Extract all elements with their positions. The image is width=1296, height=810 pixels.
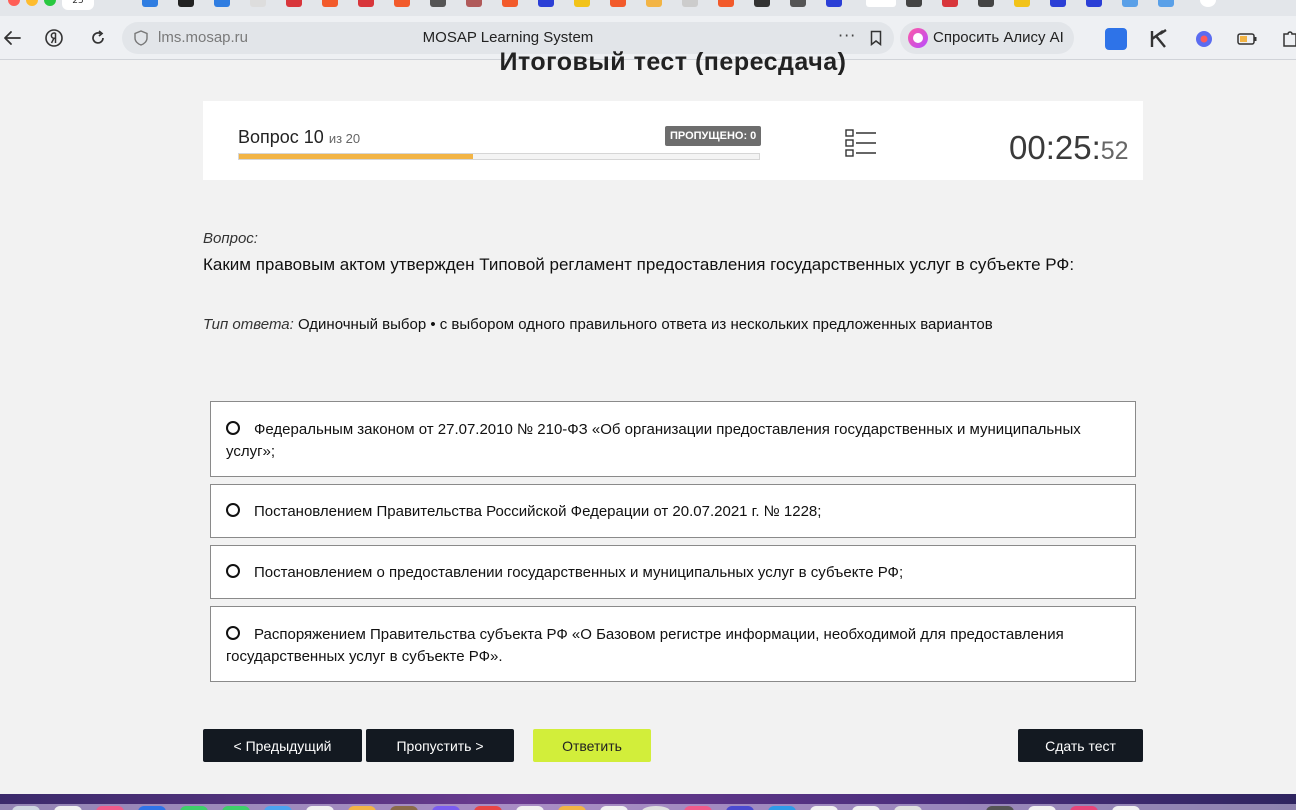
dock-app-icon[interactable] — [1112, 806, 1140, 810]
answer-option[interactable]: Постановлением Правительства Российской … — [210, 484, 1136, 538]
answer-type-label: Тип ответа: — [203, 316, 294, 333]
question-list-icon[interactable] — [845, 129, 877, 157]
dock-app-icon[interactable] — [516, 806, 544, 810]
timer: 00:25:52 — [1009, 129, 1129, 167]
answer-option-text: Постановлением о предоставлении государс… — [254, 564, 904, 581]
test-title: Итоговый тест (пересдача) — [499, 48, 847, 76]
answer-type-value: Одиночный выбор • с выбором одного прави… — [297, 316, 993, 333]
previous-button[interactable]: < Предыдущий — [203, 729, 362, 762]
radio-button[interactable] — [226, 626, 240, 640]
extension-vpn-icon[interactable] — [1193, 28, 1215, 50]
dock-app-icon[interactable] — [306, 806, 334, 810]
timer-main: 00:25: — [1009, 129, 1101, 166]
bookmark-icon[interactable] — [870, 30, 882, 46]
dock-app-icon[interactable] — [558, 806, 586, 810]
dock-app-icon[interactable] — [894, 806, 922, 810]
radio-button[interactable] — [226, 503, 240, 517]
answer-button[interactable]: Ответить — [533, 729, 651, 762]
extension-icon[interactable] — [1105, 28, 1127, 50]
extension-k-icon[interactable] — [1148, 28, 1170, 50]
question-label: Вопрос: — [203, 230, 258, 247]
dock-app-icon[interactable] — [768, 806, 796, 810]
skipped-badge: ПРОПУЩЕНО: 0 — [665, 126, 762, 146]
dock-app-icon[interactable] — [726, 806, 754, 810]
yandex-logo-icon — [45, 29, 63, 47]
dock-app-icon[interactable] — [642, 806, 670, 810]
dock-app-icon[interactable] — [54, 806, 82, 810]
page-title-in-urlbar: MOSAP Learning System — [422, 29, 594, 46]
reload-icon — [92, 30, 104, 44]
dock-app-icon[interactable] — [600, 806, 628, 810]
dock-app-icon[interactable] — [1028, 806, 1056, 810]
question-text: Каким правовым актом утвержден Типовой р… — [203, 255, 1075, 274]
answer-type: Тип ответа: Одиночный выбор • с выбором … — [203, 316, 993, 333]
question-number: Вопрос 10 — [238, 127, 324, 147]
skip-button[interactable]: Пропустить > — [366, 729, 514, 762]
answer-option[interactable]: Постановлением о предоставлении государс… — [210, 545, 1136, 599]
dock-app-icon[interactable] — [1070, 806, 1098, 810]
answer-option-text: Распоряжением Правительства субъекта РФ … — [226, 626, 1064, 665]
reload-button[interactable] — [86, 26, 110, 50]
ask-alice-label: Спросить Алису AI — [933, 29, 1064, 46]
dock-app-icon[interactable] — [12, 806, 40, 810]
dock-app-icon[interactable] — [96, 806, 124, 810]
answer-option-text: Постановлением Правительства Российской … — [254, 503, 822, 520]
radio-button[interactable] — [226, 421, 240, 435]
radio-button[interactable] — [226, 564, 240, 578]
more-dots-icon[interactable]: ··· — [838, 26, 856, 45]
answer-option[interactable]: Распоряжением Правительства субъекта РФ … — [210, 606, 1136, 682]
dock-app-icon[interactable] — [810, 806, 838, 810]
timer-seconds: 52 — [1100, 137, 1129, 165]
dock-app-icon[interactable] — [474, 806, 502, 810]
battery-icon[interactable] — [1236, 28, 1258, 50]
question-total: из 20 — [328, 131, 361, 146]
progress-fill — [239, 154, 473, 159]
dock-app-icon[interactable] — [180, 806, 208, 810]
dock-app-icon[interactable] — [390, 806, 418, 810]
alice-icon — [908, 28, 928, 48]
test-status-card: Вопрос 10 из 20 ПРОПУЩЕНО: 0 00:25:52 — [203, 101, 1143, 180]
answer-option[interactable]: Федеральным законом от 27.07.2010 № 210-… — [210, 401, 1136, 477]
extensions-puzzle-icon[interactable] — [1280, 28, 1296, 50]
dock-app-icon[interactable] — [222, 806, 250, 810]
question-counter: Вопрос 10 из 20 — [238, 127, 360, 148]
dock-app-icon[interactable] — [986, 806, 1014, 810]
dock-app-icon[interactable] — [684, 806, 712, 810]
progress-bar — [238, 153, 760, 160]
dock-app-icon[interactable] — [348, 806, 376, 810]
submit-test-button[interactable]: Сдать тест — [1018, 729, 1143, 762]
yandex-home-button[interactable] — [42, 26, 66, 50]
dock-app-icon[interactable] — [852, 806, 880, 810]
dock-app-icon[interactable] — [138, 806, 166, 810]
back-button[interactable] — [0, 26, 24, 50]
dock-app-icon[interactable] — [264, 806, 292, 810]
back-arrow-icon — [4, 31, 21, 45]
answer-option-text: Федеральным законом от 27.07.2010 № 210-… — [226, 421, 1081, 460]
dock-app-icon[interactable] — [432, 806, 460, 810]
